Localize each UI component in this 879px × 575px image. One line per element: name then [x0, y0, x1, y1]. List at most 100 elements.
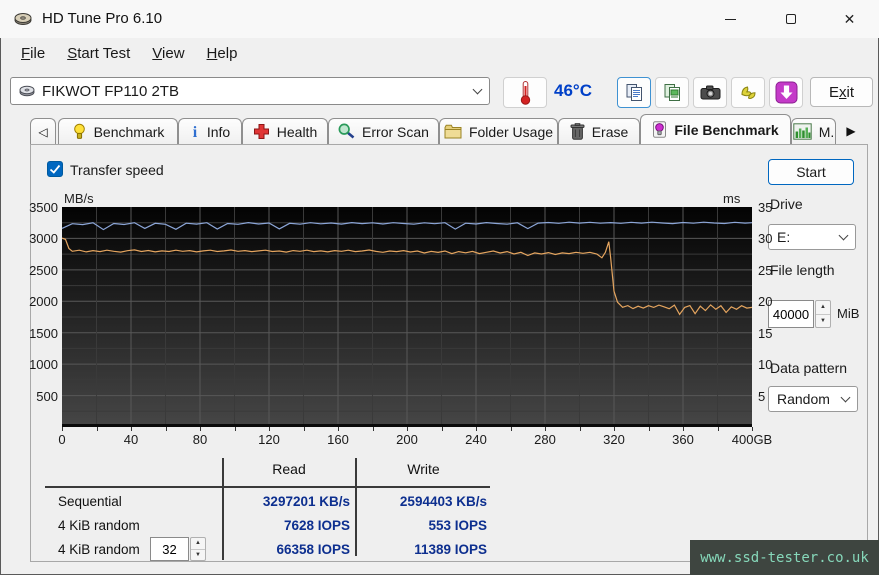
- row-label: Sequential: [58, 494, 122, 509]
- write-value: 2594403 KB/s: [399, 494, 487, 509]
- x-tick-mark: [303, 427, 305, 431]
- menu-file[interactable]: File: [10, 41, 56, 66]
- tab-label: File Benchmark: [674, 121, 779, 138]
- screenshot-button[interactable]: [693, 77, 727, 108]
- temperature-button[interactable]: [503, 77, 547, 108]
- menu-start-test[interactable]: Start Test: [56, 41, 141, 66]
- x-tick: 240: [465, 432, 487, 447]
- x-tick: 80: [192, 432, 208, 447]
- menu-bar: File Start Test View Help: [0, 38, 879, 68]
- x-tick-mark: [545, 427, 546, 431]
- row-label: 4 KiB random: [58, 542, 140, 557]
- bulb-purple-icon: [652, 121, 667, 138]
- chevron-down-icon: [838, 230, 849, 240]
- drive-select[interactable]: FIKWOT FP110 2TB: [10, 77, 490, 105]
- chevron-down-icon: [840, 392, 851, 402]
- camera-icon: [700, 85, 721, 100]
- file-length-unit: MiB: [837, 306, 860, 321]
- app-icon: [14, 12, 32, 26]
- tab-scroll-left[interactable]: ◁: [30, 118, 56, 144]
- start-button[interactable]: Start: [768, 159, 854, 185]
- y-right-tick: 20: [758, 294, 773, 310]
- x-tick: 40: [123, 432, 139, 447]
- x-tick-mark: [683, 427, 684, 431]
- tab-label: Folder Usage: [468, 123, 554, 140]
- copy-image-icon: [663, 83, 682, 102]
- tab-scroll-right[interactable]: ▶: [838, 118, 864, 144]
- x-tick-mark: [200, 427, 201, 431]
- x-tick-mark: [579, 427, 581, 431]
- exit-button[interactable]: Ex it: [810, 77, 873, 107]
- bulb-yellow-icon: [72, 123, 87, 140]
- file-length-stepper[interactable]: ▲ ▼: [815, 300, 831, 328]
- y-right-tick: 5: [758, 388, 766, 404]
- tab-file-benchmark[interactable]: File Benchmark: [640, 114, 791, 144]
- chevron-down-icon: [472, 84, 483, 94]
- x-tick: 0: [58, 432, 66, 447]
- x-tick-mark: [441, 427, 443, 431]
- tab-error-scan[interactable]: Error Scan: [328, 118, 439, 144]
- x-tick: 360: [672, 432, 694, 447]
- copy-image-button[interactable]: [655, 77, 689, 108]
- y-left-tick: 2500: [29, 262, 58, 278]
- x-tick: 320: [603, 432, 625, 447]
- health-cross-icon: [253, 123, 270, 140]
- maximize-icon: [785, 14, 796, 24]
- info-icon: i: [190, 123, 200, 140]
- minimize-button[interactable]: [708, 1, 753, 37]
- y-right-tick: 35: [758, 200, 773, 215]
- stepper-up-icon[interactable]: ▲: [191, 538, 205, 550]
- stepper-down-icon[interactable]: ▼: [191, 550, 205, 561]
- minimize-icon: [725, 18, 736, 20]
- x-tick: 200: [396, 432, 418, 447]
- x-tick-mark: [62, 427, 63, 431]
- tab-m[interactable]: M.: [791, 118, 836, 144]
- x-tick-mark: [269, 427, 270, 431]
- x-tick-mark: [648, 427, 650, 431]
- table-divider: [355, 458, 357, 556]
- svg-text:i: i: [193, 124, 198, 140]
- tab-label: Erase: [591, 123, 629, 140]
- y-right-tick: 25: [758, 262, 773, 278]
- stepper-down-icon[interactable]: ▼: [816, 315, 830, 328]
- tab-label: M.: [818, 123, 835, 140]
- copy-icon: [625, 83, 644, 102]
- queue-depth-input[interactable]: [150, 537, 189, 561]
- tab-label: Health: [276, 123, 318, 140]
- x-tick-mark: [234, 427, 236, 431]
- copy-text-button[interactable]: [617, 77, 651, 108]
- y-left-unit: MB/s: [64, 191, 94, 206]
- menu-help[interactable]: Help: [196, 41, 249, 66]
- hd-tune-window: HD Tune Pro 6.10 ✕ File Start Test View Hel…: [0, 0, 879, 575]
- tab-health[interactable]: Health: [242, 118, 328, 144]
- download-icon: [775, 81, 798, 104]
- write-value: 11389 IOPS: [414, 542, 487, 557]
- x-tick-mark: [476, 427, 477, 431]
- y-left-tick: 3000: [29, 231, 58, 247]
- queue-depth-stepper[interactable]: ▲ ▼: [190, 537, 206, 561]
- tab-benchmark[interactable]: Benchmark: [58, 118, 178, 144]
- stepper-up-icon[interactable]: ▲: [816, 301, 830, 315]
- x-tick: 400GB: [731, 432, 773, 447]
- hands-button[interactable]: [731, 77, 765, 108]
- tab-erase[interactable]: Erase: [558, 118, 640, 144]
- bar-chart-icon: [793, 123, 812, 140]
- tab-info[interactable]: i Info: [178, 118, 242, 144]
- drive-select-value: FIKWOT FP110 2TB: [42, 82, 179, 100]
- y-left-tick: 1000: [29, 357, 58, 373]
- x-tick-mark: [407, 427, 408, 431]
- y-right-tick: 30: [758, 231, 773, 247]
- x-tick-mark: [338, 427, 339, 431]
- disk-icon: [19, 85, 35, 97]
- tab-folder-usage[interactable]: Folder Usage: [439, 118, 558, 144]
- y-right-tick: 10: [758, 357, 773, 373]
- close-button[interactable]: ✕: [827, 1, 872, 37]
- save-download-button[interactable]: [769, 77, 803, 108]
- x-tick-mark: [96, 427, 98, 431]
- menu-view[interactable]: View: [141, 41, 195, 66]
- benchmark-chart: [62, 207, 752, 427]
- tab-label: Info: [206, 123, 231, 140]
- maximize-button[interactable]: [768, 1, 813, 37]
- transfer-speed-checkbox[interactable]: [47, 161, 63, 177]
- thermometer-icon: [519, 80, 532, 105]
